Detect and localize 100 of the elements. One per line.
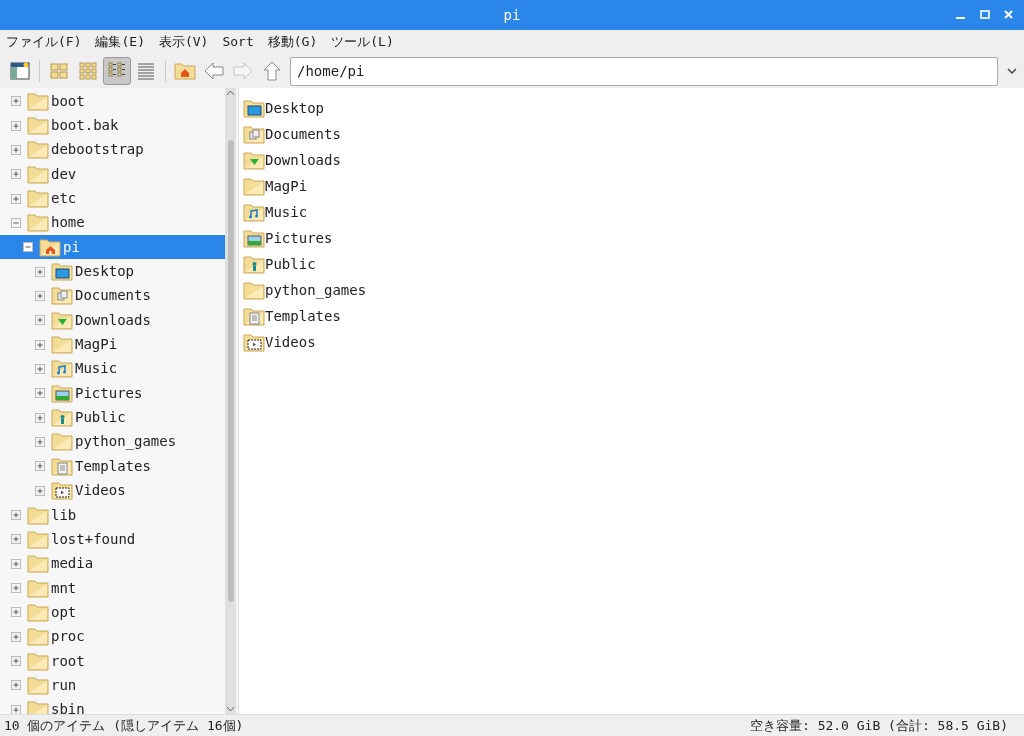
folder-icon [27, 602, 49, 622]
tree-item[interactable]: Public [75, 407, 126, 429]
tree-item[interactable]: Templates [75, 455, 151, 477]
expand-icon[interactable] [35, 485, 45, 496]
tree-item[interactable]: opt [51, 601, 77, 623]
expand-icon[interactable] [35, 339, 45, 350]
scrollbar[interactable] [225, 88, 236, 714]
tree-item[interactable]: dev [51, 163, 77, 185]
folder-icon [51, 432, 73, 452]
selected-tree-row[interactable]: pi [0, 235, 225, 260]
tree-item[interactable]: media [51, 553, 94, 575]
templates-folder-icon [243, 306, 265, 326]
expand-icon[interactable] [35, 388, 45, 399]
expand-icon[interactable] [11, 680, 21, 691]
folder-icon [27, 578, 49, 598]
folder-icon [243, 176, 265, 196]
tree-item[interactable]: mnt [51, 577, 77, 599]
menu-item[interactable]: ツール(L) [329, 32, 396, 52]
tree-item[interactable]: root [51, 650, 85, 672]
file-name[interactable]: Desktop [265, 97, 324, 119]
public-folder-icon [243, 254, 265, 274]
tree-item[interactable]: etc [51, 188, 77, 210]
tree-item[interactable]: Desktop [75, 261, 134, 283]
tree-item[interactable]: boot.bak [51, 115, 119, 136]
expand-icon[interactable] [11, 583, 21, 594]
expand-icon[interactable] [35, 363, 45, 374]
expand-icon[interactable] [11, 120, 21, 131]
folder-icon [243, 280, 265, 300]
file-name[interactable]: Videos [265, 331, 316, 353]
folder-icon [27, 651, 49, 671]
file-name[interactable]: Music [265, 201, 308, 223]
file-name[interactable]: Downloads [265, 149, 341, 171]
expand-icon[interactable] [11, 193, 21, 204]
tree-item[interactable]: Downloads [75, 309, 151, 331]
menu-item[interactable]: 表示(V) [156, 32, 211, 52]
location-field[interactable]: /home/pi [290, 56, 999, 86]
folder-icon [27, 116, 49, 135]
tree-item[interactable]: MagPi [75, 334, 118, 356]
expand-icon[interactable] [35, 290, 45, 301]
expand-icon[interactable] [35, 266, 45, 277]
expand-icon[interactable] [11, 704, 21, 714]
expand-icon[interactable] [11, 510, 21, 520]
tree-item[interactable]: proc [51, 626, 85, 648]
menu-item[interactable]: ファイル(F) [4, 32, 84, 52]
tree-item[interactable]: Music [75, 358, 118, 380]
tree-item[interactable]: boot [51, 90, 85, 112]
expand-icon[interactable] [11, 656, 21, 667]
expand-icon[interactable] [11, 169, 21, 180]
expand-icon[interactable] [11, 558, 21, 569]
tree-item[interactable]: python_games [75, 431, 177, 453]
item-count: 10 個のアイテム (隠しアイテム 16個) [4, 716, 244, 735]
tree-item[interactable]: sbin [51, 699, 85, 714]
folder-icon [27, 700, 49, 714]
videos-folder-icon [51, 481, 73, 501]
home-folder-icon [39, 237, 61, 257]
dropdown-caret-icon[interactable] [1006, 67, 1018, 75]
expand-icon[interactable] [35, 315, 45, 326]
downloads-folder-icon [51, 310, 73, 330]
scroll-down-icon[interactable] [225, 704, 236, 714]
menu-item[interactable]: 移動(G) [265, 32, 320, 52]
folder-icon [27, 505, 49, 525]
tree-item[interactable]: Pictures [75, 382, 143, 404]
thumbnail-view-icon [76, 59, 100, 83]
compact-view-button[interactable] [103, 57, 131, 85]
expand-icon[interactable] [35, 437, 45, 447]
expand-icon[interactable] [11, 96, 21, 107]
expand-icon[interactable] [11, 144, 21, 155]
expand-icon[interactable] [11, 631, 21, 642]
videos-folder-icon [243, 332, 265, 352]
scrollbar-thumb[interactable] [227, 140, 234, 602]
file-name[interactable]: python_games [265, 279, 367, 301]
sidepane-icon [8, 59, 32, 83]
tree-item[interactable]: lib [51, 504, 77, 526]
tree-item[interactable]: Documents [75, 285, 151, 307]
file-name[interactable]: Documents [265, 123, 341, 145]
file-name[interactable]: Pictures [265, 227, 333, 249]
expand-icon[interactable] [11, 534, 21, 545]
pictures-folder-icon [51, 383, 73, 403]
tree-item[interactable]: run [51, 674, 77, 696]
file-name[interactable]: MagPi [265, 175, 308, 197]
tree-item[interactable]: home [51, 212, 85, 234]
public-folder-icon [51, 408, 73, 428]
menu-item[interactable]: Sort [220, 32, 256, 52]
menu-item[interactable]: 編集(E) [93, 32, 147, 52]
folder-icon [27, 91, 49, 111]
collapse-icon[interactable] [23, 242, 33, 253]
pictures-folder-icon [243, 228, 265, 248]
tree-item[interactable]: Videos [75, 480, 126, 502]
expand-icon[interactable] [35, 461, 45, 472]
tree-item[interactable]: pi [63, 236, 80, 258]
scroll-up-icon[interactable] [225, 88, 236, 98]
expand-icon[interactable] [35, 412, 45, 423]
expand-icon[interactable] [11, 607, 21, 618]
file-name[interactable]: Public [265, 253, 316, 275]
file-name[interactable]: Templates [265, 305, 341, 327]
tree-item[interactable]: debootstrap [51, 139, 144, 161]
window-title: pi [503, 5, 521, 25]
collapse-icon[interactable] [11, 217, 21, 228]
tree-item[interactable]: lost+found [51, 528, 136, 550]
folder-icon [27, 189, 49, 209]
